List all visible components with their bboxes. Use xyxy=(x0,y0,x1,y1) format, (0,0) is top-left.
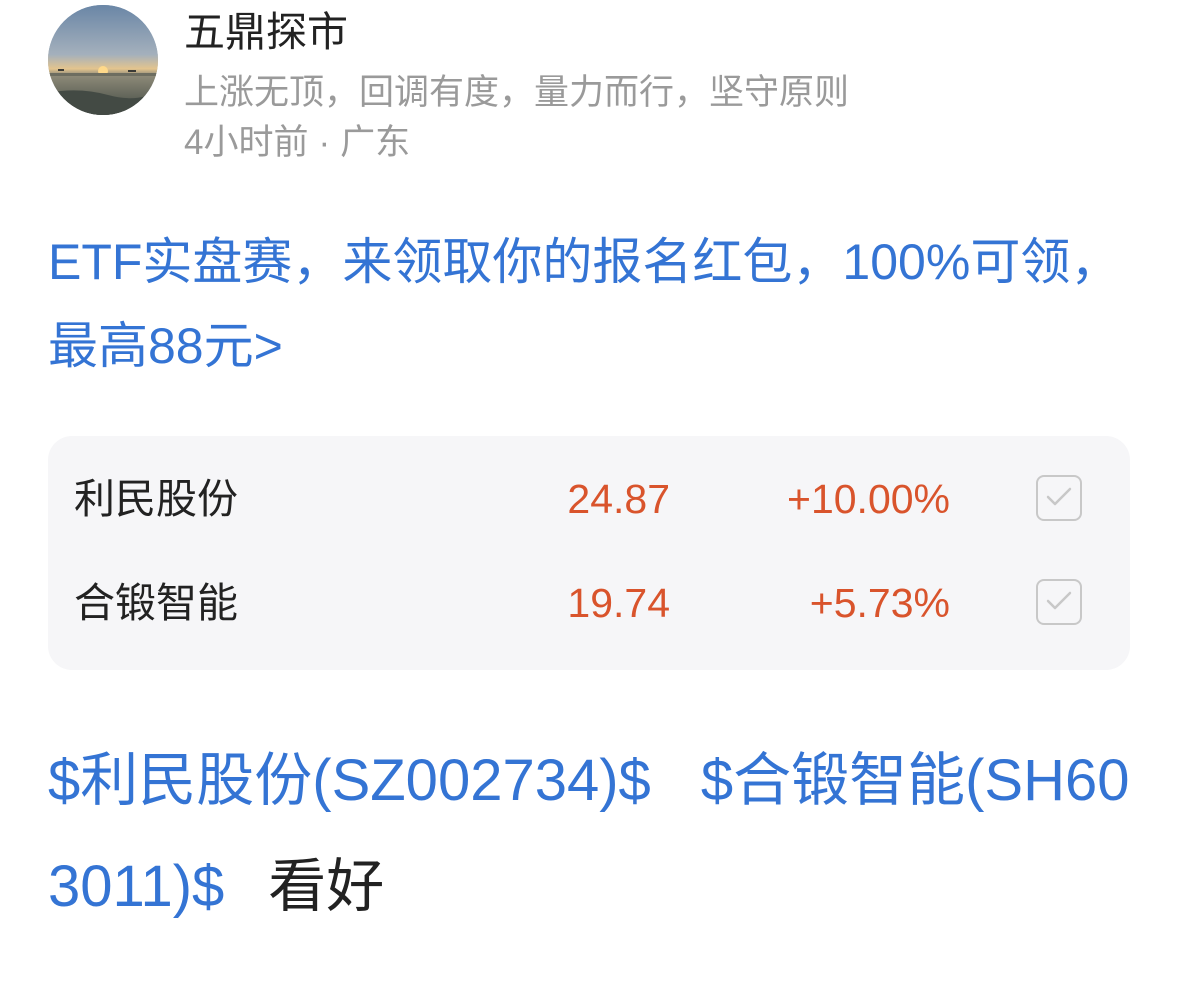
post-meta: 4小时前 · 广东 xyxy=(184,120,410,166)
check-icon xyxy=(1046,591,1072,610)
stock-name: 利民股份 xyxy=(74,476,238,522)
post-time: 4小时前 xyxy=(184,123,309,162)
author-bio: 上涨无顶，回调有度，量力而行，坚守原则 xyxy=(184,73,850,112)
post-content: $利民股份(SZ002734)$ $合锻智能(SH603011)$ 看好 xyxy=(48,728,1148,940)
author-name[interactable]: 五鼎探市 xyxy=(184,6,348,58)
avatar[interactable] xyxy=(48,5,158,115)
stock-change: +10.00% xyxy=(787,476,950,522)
meta-separator: · xyxy=(318,123,331,162)
watchlist-checkbox[interactable] xyxy=(1036,475,1082,521)
stock-price: 24.87 xyxy=(567,476,670,522)
check-icon xyxy=(1046,487,1072,506)
stock-price: 19.74 xyxy=(567,580,670,626)
post-location: 广东 xyxy=(340,123,411,162)
stock-tag-link[interactable]: $利民股份(SZ002734)$ xyxy=(48,748,651,813)
stock-row[interactable]: 合锻智能 19.74 +5.73% xyxy=(48,558,1130,648)
stock-change: +5.73% xyxy=(809,580,950,626)
stock-name: 合锻智能 xyxy=(74,580,238,626)
post-text: 看好 xyxy=(268,854,385,919)
stock-row[interactable]: 利民股份 24.87 +10.00% xyxy=(48,454,1130,544)
stock-card: 利民股份 24.87 +10.00% 合锻智能 19.74 +5.73% xyxy=(48,436,1130,670)
watchlist-checkbox[interactable] xyxy=(1036,579,1082,625)
promo-link[interactable]: ETF实盘赛，来领取你的报名红包，100%可领，最高88元> xyxy=(48,220,1138,388)
